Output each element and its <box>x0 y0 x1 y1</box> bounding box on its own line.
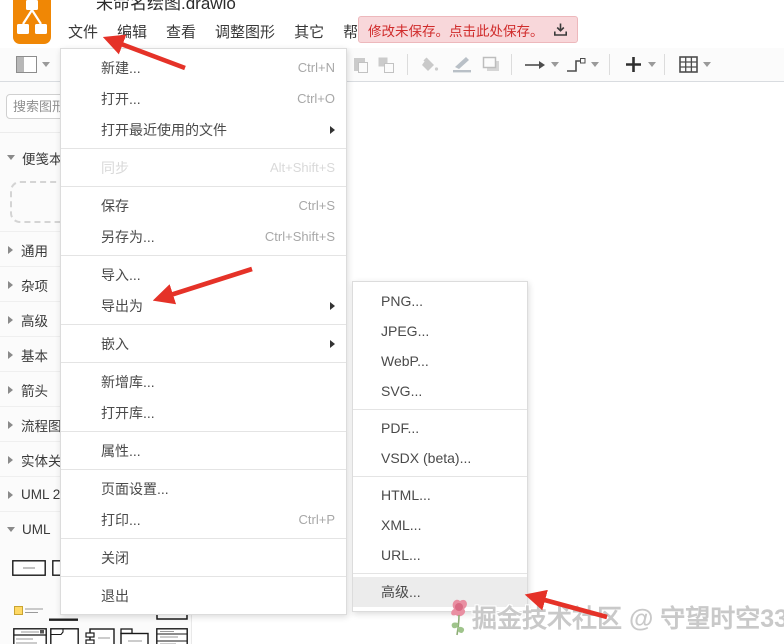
connection-arrow-icon[interactable] <box>524 48 559 81</box>
toolbar-separator <box>664 54 665 75</box>
download-icon <box>553 23 567 36</box>
menu-item-open-library[interactable]: 打开库... <box>61 397 346 428</box>
toolbar-separator <box>609 54 610 75</box>
chevron-right-icon <box>8 245 13 254</box>
menu-item-print[interactable]: 打印... Ctrl+P <box>61 504 346 535</box>
export-submenu: PNG... JPEG... WebP... SVG... PDF... VSD… <box>352 281 528 612</box>
menu-item-exit[interactable]: 退出 <box>61 580 346 611</box>
paste-icon <box>353 48 369 81</box>
menu-separator <box>61 469 346 470</box>
file-menu-dropdown: 新建... Ctrl+N 打开... Ctrl+O 打开最近使用的文件 同步 Alt+… <box>60 48 347 615</box>
menu-item-export-as[interactable]: 导出为 <box>61 290 346 321</box>
shadow-icon <box>482 48 501 81</box>
document-title: 未命名绘图.drawio <box>96 0 236 13</box>
menu-separator <box>61 148 346 149</box>
watermark-text: 掘金技术社区 @ 守望时空33 <box>472 605 784 633</box>
menu-item-close[interactable]: 关闭 <box>61 542 346 573</box>
chevron-down-icon <box>7 155 15 160</box>
toolbar-separator <box>407 54 408 75</box>
fill-color-icon <box>421 48 440 81</box>
submenu-item-jpeg[interactable]: JPEG... <box>353 316 527 346</box>
submenu-arrow-icon <box>330 125 335 134</box>
submenu-item-xml[interactable]: XML... <box>353 510 527 540</box>
menu-item-new[interactable]: 新建... Ctrl+N <box>61 52 346 83</box>
line-color-icon <box>451 48 473 81</box>
drawio-logo <box>13 0 51 44</box>
menu-arrange[interactable]: 调整图形 <box>215 21 275 42</box>
insert-plus-icon[interactable] <box>624 48 656 81</box>
menu-separator <box>61 362 346 363</box>
uml-object-shape[interactable] <box>12 560 46 581</box>
chevron-down-icon <box>42 62 50 67</box>
view-panels-icon[interactable] <box>16 48 50 81</box>
menu-separator <box>353 573 527 574</box>
chevron-right-icon <box>8 455 13 464</box>
submenu-item-webp[interactable]: WebP... <box>353 346 527 376</box>
uml-package-shape[interactable] <box>120 628 149 644</box>
uml-text-note-shape[interactable] <box>14 603 46 621</box>
chevron-down-icon <box>703 62 711 67</box>
flower-icon <box>451 599 467 636</box>
submenu-item-html[interactable]: HTML... <box>353 480 527 510</box>
menu-extras[interactable]: 其它 <box>294 21 324 42</box>
unsaved-changes-banner[interactable]: 修改未保存。点击此处保存。 <box>358 16 578 43</box>
uml-class-shape[interactable] <box>13 628 47 644</box>
menu-separator <box>61 538 346 539</box>
menu-view[interactable]: 查看 <box>166 21 196 42</box>
toolbar-separator <box>511 54 512 75</box>
title-bar: 未命名绘图.drawio 文件 编辑 查看 调整图形 其它 帮助 修改未保存。点… <box>0 0 784 48</box>
menu-edit[interactable]: 编辑 <box>117 21 147 42</box>
submenu-item-png[interactable]: PNG... <box>353 286 527 316</box>
chevron-right-icon <box>8 420 13 429</box>
menu-separator <box>353 476 527 477</box>
chevron-right-icon <box>8 280 13 289</box>
chevron-right-icon <box>8 315 13 324</box>
menu-item-page-setup[interactable]: 页面设置... <box>61 473 346 504</box>
chevron-right-icon <box>8 490 13 499</box>
table-grid-icon[interactable] <box>679 48 711 81</box>
menu-item-import[interactable]: 导入... <box>61 259 346 290</box>
menu-separator <box>61 186 346 187</box>
chevron-right-icon <box>8 350 13 359</box>
menu-item-embed[interactable]: 嵌入 <box>61 328 346 359</box>
chevron-down-icon <box>591 62 599 67</box>
menu-separator <box>61 431 346 432</box>
unsaved-changes-text: 修改未保存。点击此处保存。 <box>368 23 544 39</box>
menu-separator <box>353 409 527 410</box>
menu-item-new-library[interactable]: 新增库... <box>61 366 346 397</box>
menu-item-save[interactable]: 保存 Ctrl+S <box>61 190 346 221</box>
chevron-right-icon <box>8 385 13 394</box>
waypoint-style-icon[interactable] <box>566 48 599 81</box>
menu-item-properties[interactable]: 属性... <box>61 435 346 466</box>
menu-item-open[interactable]: 打开... Ctrl+O <box>61 83 346 114</box>
menu-item-open-recent[interactable]: 打开最近使用的文件 <box>61 114 346 145</box>
menu-bar: 文件 编辑 查看 调整图形 其它 帮助 <box>68 21 373 42</box>
watermark: 掘金技术社区 @ 守望时空33 <box>446 593 784 639</box>
chevron-down-icon <box>648 62 656 67</box>
menu-item-save-as[interactable]: 另存为... Ctrl+Shift+S <box>61 221 346 252</box>
menu-separator <box>61 576 346 577</box>
menu-file[interactable]: 文件 <box>68 21 98 42</box>
chevron-down-icon <box>551 62 559 67</box>
uml-component-shape[interactable] <box>85 628 115 644</box>
submenu-item-url[interactable]: URL... <box>353 540 527 570</box>
menu-item-synchronize: 同步 Alt+Shift+S <box>101 159 335 176</box>
menu-separator <box>61 255 346 256</box>
uml-interface-shape[interactable] <box>156 628 188 644</box>
uml-frame-shape[interactable] <box>50 628 79 644</box>
arrange-order-icon <box>377 48 395 81</box>
submenu-item-vsdx[interactable]: VSDX (beta)... <box>353 443 527 473</box>
chevron-down-icon <box>7 527 15 532</box>
submenu-arrow-icon <box>330 301 335 310</box>
menu-separator <box>61 324 346 325</box>
submenu-arrow-icon <box>330 339 335 348</box>
submenu-item-pdf[interactable]: PDF... <box>353 413 527 443</box>
submenu-item-svg[interactable]: SVG... <box>353 376 527 406</box>
